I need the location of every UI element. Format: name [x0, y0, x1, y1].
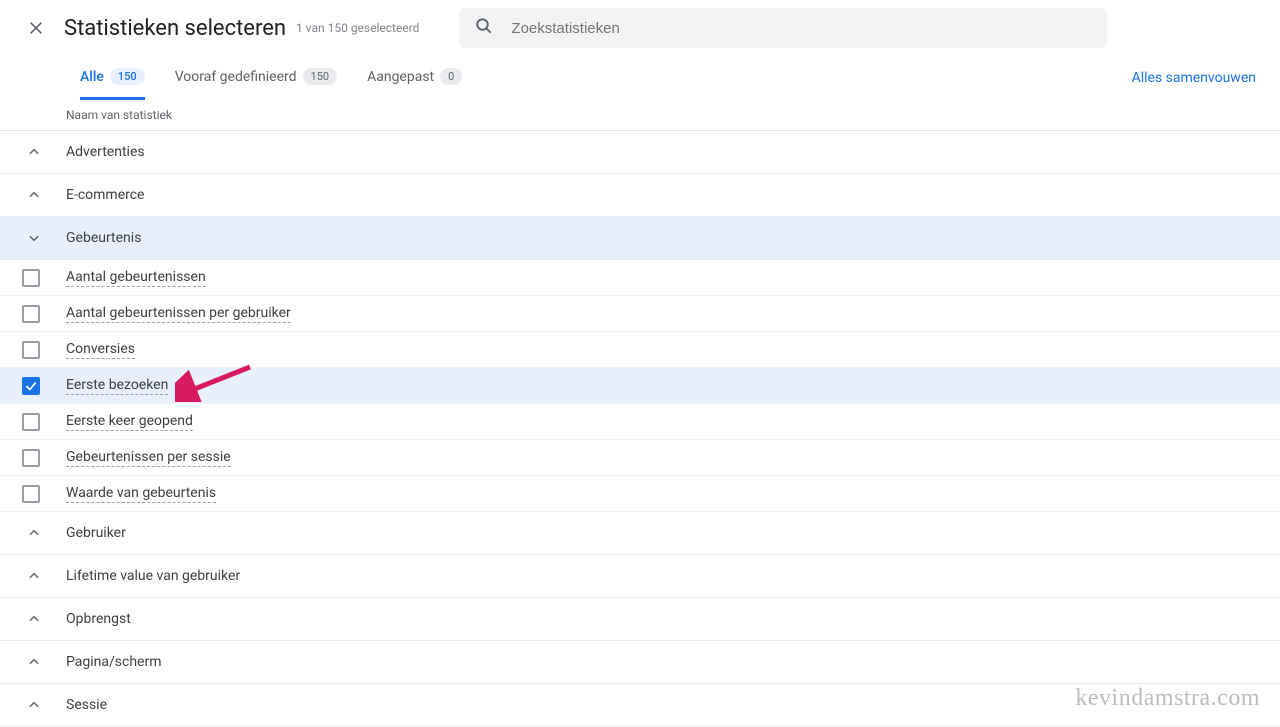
section-gebeurtenis[interactable]: Gebeurtenis [0, 217, 1280, 260]
section-label: Opbrengst [66, 611, 131, 627]
section-label: Advertenties [66, 144, 145, 160]
checkbox[interactable] [22, 305, 40, 323]
search-icon [475, 17, 493, 39]
section-lifetime[interactable]: Lifetime value van gebruiker [0, 555, 1280, 598]
column-header: Naam van statistiek [0, 100, 1280, 131]
metric-row[interactable]: Aantal gebeurtenissen per gebruiker [0, 296, 1280, 332]
metric-label: Aantal gebeurtenissen [66, 269, 206, 287]
checkbox[interactable] [22, 413, 40, 431]
selection-count: 1 van 150 geselecteerd [296, 21, 419, 35]
metric-row[interactable]: Waarde van gebeurtenis [0, 476, 1280, 512]
close-button[interactable] [24, 16, 48, 40]
search-input[interactable] [511, 20, 1091, 37]
chevron-down-icon [22, 231, 46, 245]
section-ecommerce[interactable]: E-commerce [0, 174, 1280, 217]
section-label: Pagina/scherm [66, 654, 161, 670]
chevron-up-icon [22, 569, 46, 583]
section-label: Sessie [66, 697, 107, 713]
metric-row-selected[interactable]: Eerste bezoeken [0, 368, 1280, 404]
section-label: Gebeurtenis [66, 230, 141, 246]
checkbox-checked[interactable] [22, 377, 40, 395]
metric-row[interactable]: Aantal gebeurtenissen [0, 260, 1280, 296]
metric-label: Waarde van gebeurtenis [66, 485, 216, 503]
section-label: E-commerce [66, 187, 144, 203]
chevron-up-icon [22, 145, 46, 159]
tab-all[interactable]: Alle 150 [80, 56, 145, 100]
metric-label: Gebeurtenissen per sessie [66, 449, 231, 467]
metric-row[interactable]: Conversies [0, 332, 1280, 368]
checkbox[interactable] [22, 449, 40, 467]
close-icon [28, 20, 44, 36]
watermark: kevindamstra.com [1075, 685, 1260, 712]
section-label: Lifetime value van gebruiker [66, 568, 240, 584]
metric-label: Aantal gebeurtenissen per gebruiker [66, 305, 291, 323]
metric-row[interactable]: Eerste keer geopend [0, 404, 1280, 440]
tab-label: Vooraf gedefinieerd [175, 69, 297, 85]
checkbox[interactable] [22, 341, 40, 359]
tab-label: Alle [80, 69, 104, 85]
tab-count-badge: 0 [440, 68, 462, 85]
section-opbrengst[interactable]: Opbrengst [0, 598, 1280, 641]
checkbox[interactable] [22, 269, 40, 287]
collapse-all-link[interactable]: Alles samenvouwen [1132, 70, 1256, 86]
section-advertenties[interactable]: Advertenties [0, 131, 1280, 174]
section-label: Gebruiker [66, 525, 126, 541]
metric-row[interactable]: Gebeurtenissen per sessie [0, 440, 1280, 476]
chevron-up-icon [22, 698, 46, 712]
tab-count-badge: 150 [303, 68, 338, 85]
metric-label: Eerste keer geopend [66, 413, 193, 431]
tab-predefined[interactable]: Vooraf gedefinieerd 150 [175, 56, 337, 100]
chevron-up-icon [22, 526, 46, 540]
checkbox[interactable] [22, 485, 40, 503]
chevron-up-icon [22, 655, 46, 669]
page-title: Statistieken selecteren [64, 16, 286, 41]
section-pagina[interactable]: Pagina/scherm [0, 641, 1280, 684]
metric-label: Conversies [66, 341, 135, 359]
tab-count-badge: 150 [110, 68, 145, 85]
chevron-up-icon [22, 612, 46, 626]
tab-label: Aangepast [367, 69, 434, 85]
tab-custom[interactable]: Aangepast 0 [367, 56, 462, 100]
search-box[interactable] [459, 8, 1107, 48]
section-gebruiker[interactable]: Gebruiker [0, 512, 1280, 555]
metric-label: Eerste bezoeken [66, 377, 168, 395]
chevron-up-icon [22, 188, 46, 202]
